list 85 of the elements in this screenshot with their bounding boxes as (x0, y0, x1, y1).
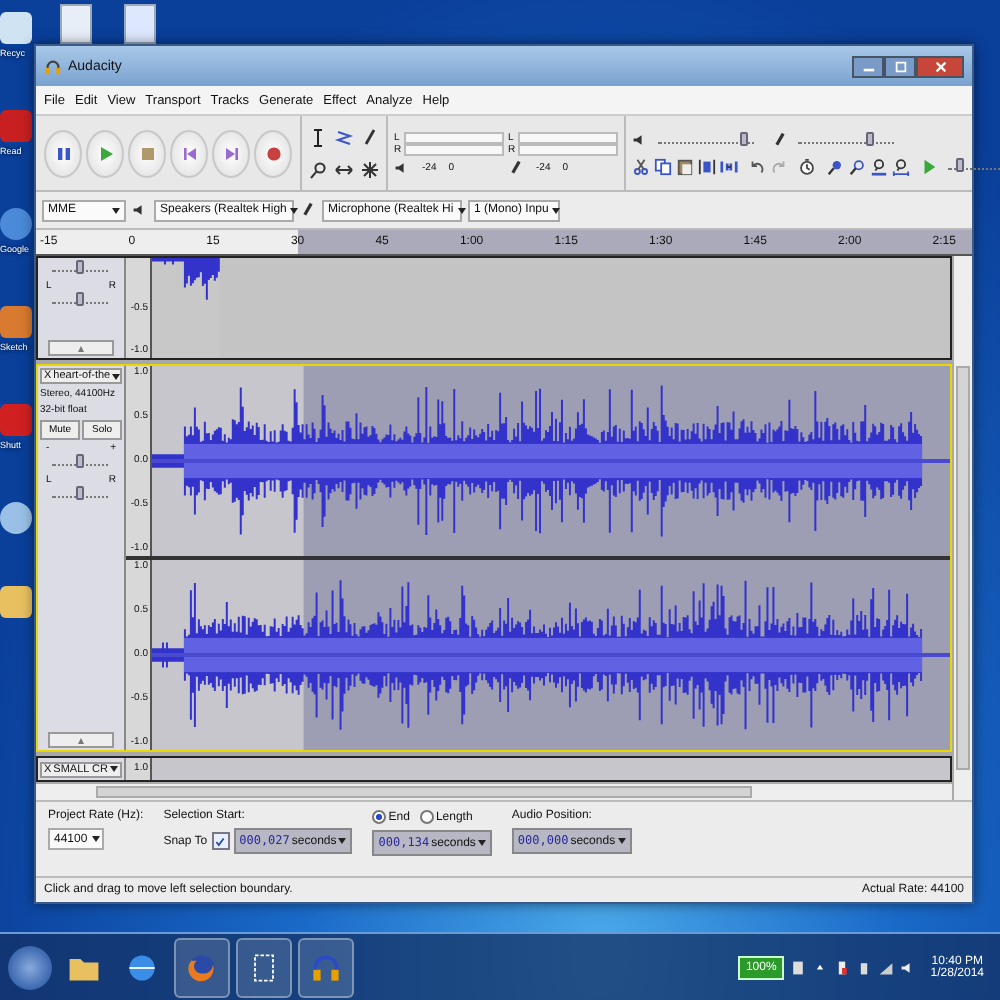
volume-slider[interactable] (798, 137, 894, 143)
maximize-button[interactable] (884, 55, 916, 77)
stop-icon (137, 143, 157, 163)
check-icon (214, 835, 227, 847)
play-icon (95, 143, 115, 163)
globe-icon (124, 949, 160, 985)
caret-icon (112, 373, 121, 379)
taskbar-app-button[interactable] (174, 937, 230, 997)
snap-checkbox[interactable] (211, 832, 230, 850)
track-slider[interactable] (52, 298, 108, 304)
triangle-icon (76, 343, 86, 353)
start-button[interactable] (8, 945, 52, 989)
signal-icon[interactable] (878, 959, 895, 975)
document-icon[interactable] (60, 4, 92, 44)
zoom-out-icon[interactable] (848, 157, 866, 175)
envelope-icon[interactable] (334, 127, 354, 147)
close-icon (933, 59, 947, 73)
minimize-button[interactable] (852, 55, 884, 77)
skip-to-start-button[interactable] (170, 129, 208, 177)
horizontal-scrollbar[interactable] (36, 782, 952, 800)
headphones-icon (44, 57, 62, 75)
time-shift-icon[interactable] (334, 159, 354, 179)
caret-icon (109, 766, 118, 772)
speaker-icon (132, 202, 148, 218)
slider-thumb[interactable] (866, 131, 874, 145)
zoom-icon[interactable] (308, 159, 328, 179)
fit-project-icon[interactable] (892, 157, 910, 175)
paste-icon[interactable] (676, 157, 694, 175)
volume-slider[interactable] (658, 137, 754, 143)
desktop-shortcut-icon[interactable] (0, 12, 32, 44)
trim-icon[interactable] (698, 157, 716, 175)
caret-icon (552, 207, 561, 213)
skip-to-start-icon (179, 143, 199, 163)
scissors-icon[interactable] (632, 157, 650, 175)
desktop-shortcut-icon[interactable] (0, 306, 32, 338)
desktop-shortcut-icon[interactable] (0, 502, 32, 534)
caret-icon (617, 838, 626, 844)
skip-to-end-button[interactable] (212, 129, 250, 177)
taskbar-app-button[interactable] (298, 937, 354, 997)
text-cursor-icon[interactable] (308, 127, 328, 147)
speaker-icon[interactable] (394, 159, 410, 175)
vertical-scrollbar[interactable] (952, 256, 972, 800)
slider-thumb[interactable] (76, 486, 84, 500)
undo-icon[interactable] (748, 157, 766, 175)
track-slider[interactable] (52, 266, 108, 272)
speaker-icon (632, 132, 648, 148)
zoom-in-icon[interactable] (826, 157, 844, 175)
waveform-drawing[interactable] (152, 366, 950, 556)
desktop-shortcut-icon[interactable] (0, 208, 32, 240)
slider-thumb[interactable] (76, 454, 84, 468)
slider-thumb[interactable] (740, 131, 749, 145)
clock-icon[interactable] (798, 157, 816, 175)
slider-thumb[interactable] (76, 292, 84, 306)
music-file-icon[interactable] (124, 4, 156, 44)
skip-to-end-icon (221, 143, 241, 163)
caret-icon (112, 207, 120, 213)
waveform-drawing[interactable] (152, 560, 950, 750)
headphones-icon (308, 949, 344, 985)
maximize-icon (893, 59, 907, 73)
scrollbar-thumb[interactable] (96, 786, 752, 798)
pause-icon (53, 143, 73, 163)
silence-icon[interactable] (720, 157, 738, 175)
slider-thumb[interactable] (956, 157, 965, 171)
desktop-shortcut-icon[interactable] (0, 586, 32, 618)
scrollbar-thumb[interactable] (956, 366, 970, 770)
globe-icon (184, 949, 220, 985)
caret-icon (338, 838, 347, 844)
record-button[interactable] (254, 129, 292, 177)
fit-selection-icon[interactable] (870, 157, 888, 175)
pause-button[interactable] (44, 129, 82, 177)
caret-icon (91, 836, 100, 842)
play-speed-slider[interactable] (948, 163, 1000, 169)
copy-icon[interactable] (654, 157, 672, 175)
caret-icon (290, 207, 299, 213)
pencil-icon[interactable] (360, 127, 380, 147)
track-slider[interactable] (52, 460, 108, 466)
play-button[interactable] (86, 129, 124, 177)
slider-thumb[interactable] (76, 260, 84, 274)
caret-icon (477, 840, 486, 846)
triangle-icon (76, 735, 86, 745)
close-button[interactable] (916, 55, 964, 77)
multi-tool-icon[interactable] (360, 159, 380, 179)
track-slider[interactable] (52, 492, 108, 498)
record-icon (263, 143, 283, 163)
taskbar-app-button[interactable] (236, 937, 292, 997)
